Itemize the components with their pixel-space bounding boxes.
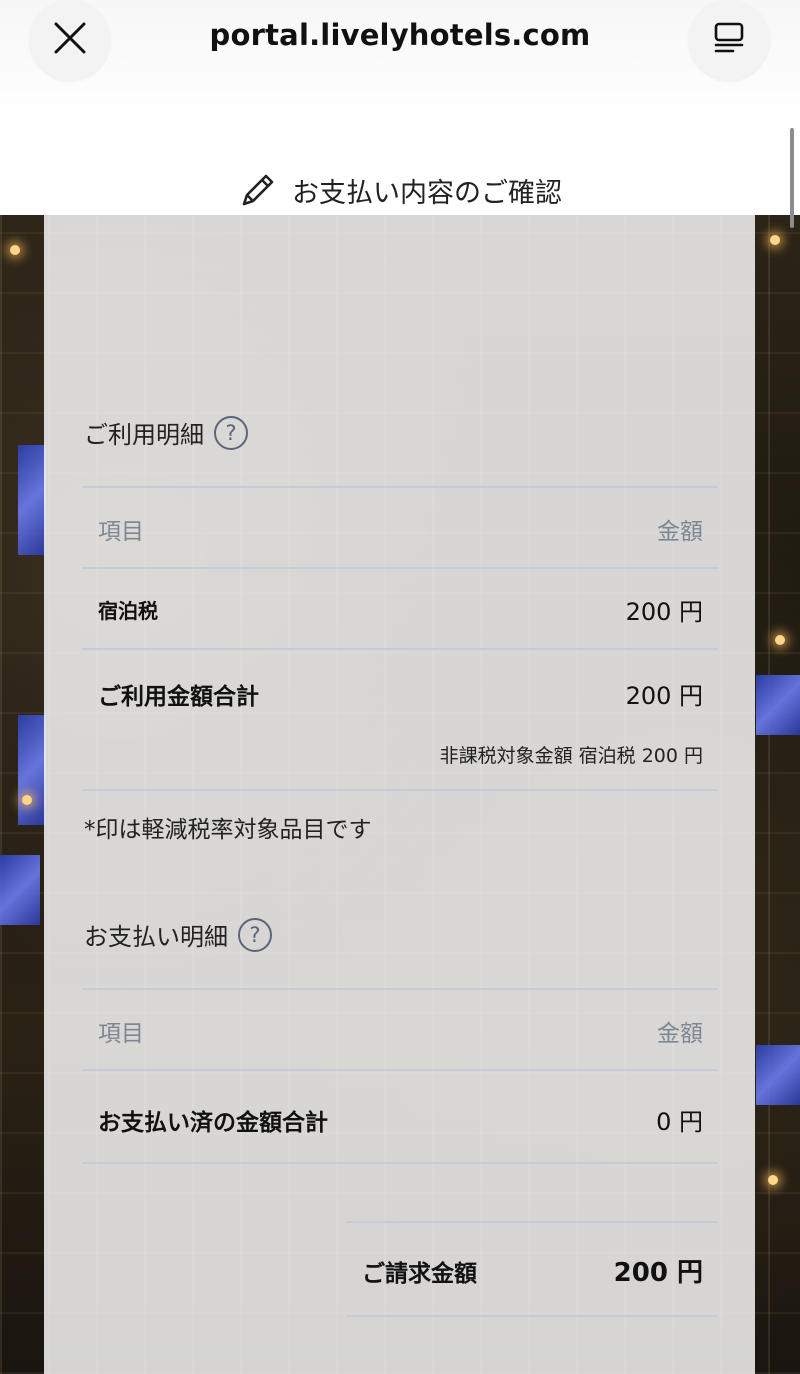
payment-header-item: 項目 [98,1021,144,1047]
usage-header-amount: 金額 [657,519,703,545]
divider [82,567,718,569]
payment-section-title: お支払い明細 ? [84,917,272,952]
page-title-text: お支払い内容のご確認 [292,177,562,209]
payment-summary-card: ご利用明細 ? 項目 金額 宿泊税 200 円 ご利用金額合計 200 円 非課… [44,215,755,1374]
page-title: お支払い内容のご確認 [0,170,800,210]
reduced-tax-note: *印は軽減税率対象品目です [84,817,372,843]
payment-title-text: お支払い明細 [84,923,228,951]
help-icon[interactable]: ? [214,415,248,450]
paid-total-label: お支払い済の金額合計 [98,1110,328,1136]
menu-button[interactable] [689,0,769,80]
divider [82,486,718,488]
paid-total-amount: 0 円 [656,1108,703,1136]
divider [82,1162,718,1164]
divider [82,988,718,990]
usage-total-amount: 200 円 [625,682,703,710]
url-label: portal.livelyhotels.com [209,18,591,52]
divider [346,1221,718,1223]
usage-header-item: 項目 [98,519,144,545]
usage-row-amount: 200 円 [625,598,703,626]
usage-title-text: ご利用明細 [84,421,204,449]
pencil-icon [238,170,278,210]
help-icon[interactable]: ? [238,917,272,952]
billing-label: ご請求金額 [362,1261,477,1287]
divider [82,648,718,650]
menu-icon [713,22,745,58]
usage-row-label: 宿泊税 [98,599,158,623]
payment-header-amount: 金額 [657,1021,703,1047]
tax-exempt-note: 非課税対象金額 宿泊税 200 円 [439,745,703,767]
divider [82,789,718,791]
usage-section-title: ご利用明細 ? [84,415,248,450]
divider [346,1315,718,1317]
divider [82,1069,718,1071]
billing-amount: 200 円 [613,1258,703,1288]
usage-total-label: ご利用金額合計 [98,684,259,710]
